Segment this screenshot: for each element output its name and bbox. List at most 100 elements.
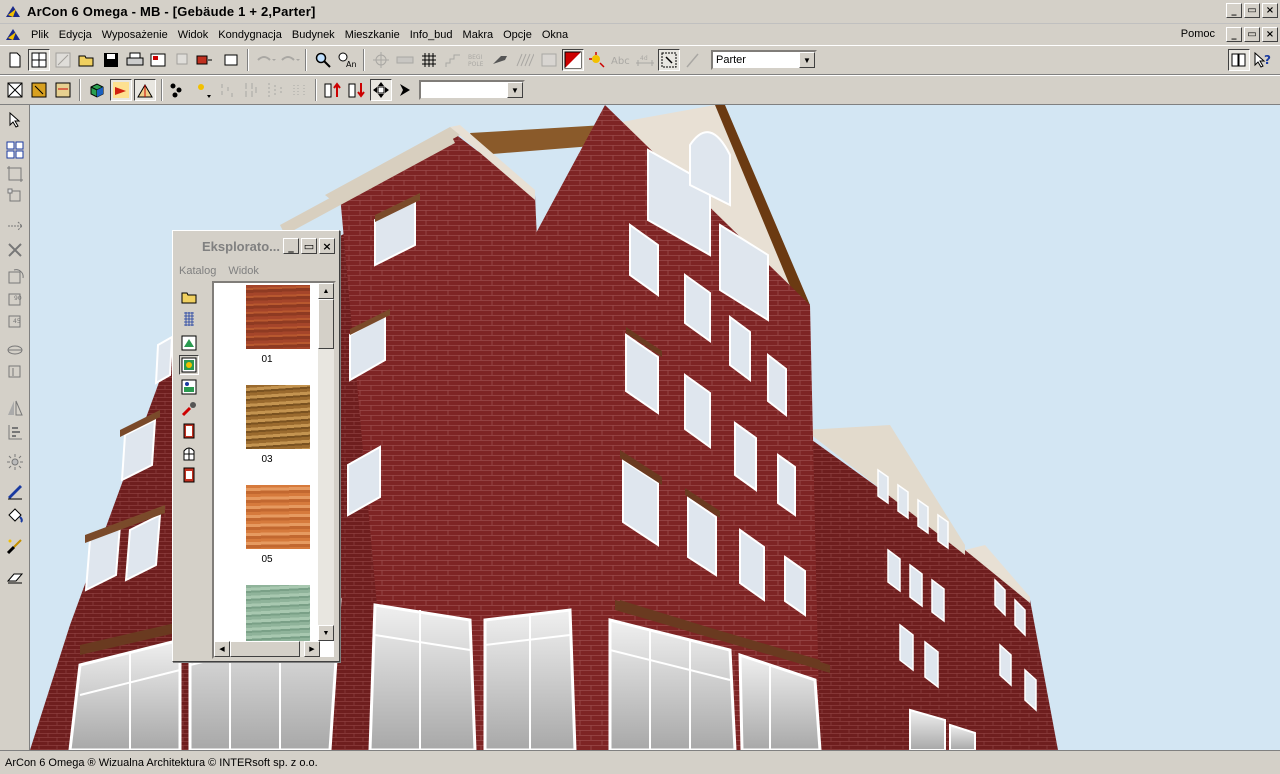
fill-tool[interactable] (4, 505, 26, 527)
save-button[interactable] (100, 49, 122, 71)
texture-list-vscroll[interactable]: ▲ ▼ (318, 283, 334, 641)
context-help-button[interactable]: ? (1252, 49, 1274, 71)
wall-button[interactable] (394, 49, 416, 71)
light-button[interactable] (586, 49, 608, 71)
select-area-button[interactable] (658, 49, 680, 71)
menu-plik[interactable]: Plik (26, 29, 54, 41)
catalog-objects-button[interactable] (179, 333, 199, 353)
eraser-tool[interactable] (4, 567, 26, 589)
close-button[interactable]: × (1262, 3, 1278, 18)
move-tool[interactable] (4, 215, 26, 237)
group-tool[interactable] (4, 139, 26, 161)
rotate-tool[interactable] (4, 267, 26, 289)
new-file-button[interactable] (4, 49, 26, 71)
elevator-down-button[interactable] (346, 79, 368, 101)
floor-select[interactable]: Parter ▼ (711, 50, 817, 70)
rotate-free-tool[interactable]: 45 (4, 311, 26, 333)
frame-tool[interactable] (4, 163, 26, 185)
folder-up-button[interactable] (179, 287, 199, 307)
camera-step-3-button[interactable] (264, 79, 286, 101)
mirror-tool[interactable] (4, 397, 26, 419)
navigate-button[interactable] (370, 79, 392, 101)
scroll-up-icon[interactable]: ▲ (318, 283, 334, 299)
doc-close-button[interactable]: × (1262, 27, 1278, 42)
light-shadow-button[interactable] (134, 79, 156, 101)
doc-minimize-button[interactable]: _ (1226, 27, 1242, 42)
plan-view-button[interactable] (28, 49, 50, 71)
print-button[interactable] (124, 49, 146, 71)
texture-button[interactable] (538, 49, 560, 71)
texture-list-hscroll[interactable]: ◀ ▶ (214, 641, 320, 657)
sun-position-button[interactable] (192, 79, 214, 101)
print-preview-button[interactable] (148, 49, 170, 71)
menu-edycja[interactable]: Edycja (54, 29, 97, 41)
texture-tile-07[interactable] (246, 585, 310, 641)
explorer-close-button[interactable]: × (319, 238, 335, 254)
scroll-right-icon[interactable]: ▶ (304, 641, 320, 657)
list-view-button[interactable] (179, 309, 199, 329)
open-button[interactable] (76, 49, 98, 71)
catalog-paint-button[interactable] (179, 399, 199, 419)
explorer-panel[interactable]: Eksplorato... _ ▭ × Katalog Widok 01 03 … (172, 230, 340, 662)
doc-restore-button[interactable]: ▭ (1244, 27, 1260, 42)
orbit-tool[interactable] (4, 339, 26, 361)
explorer-menu-widok[interactable]: Widok (228, 265, 259, 277)
undo-button[interactable] (254, 49, 276, 71)
measure-button[interactable]: 4d (634, 49, 656, 71)
explorer-maximize-button[interactable]: ▭ (301, 238, 317, 254)
texture-tile-01[interactable] (246, 285, 310, 349)
catalog-textures-button[interactable] (179, 355, 199, 375)
pen-button[interactable] (682, 49, 704, 71)
resize-tool[interactable] (4, 185, 26, 207)
select-tool[interactable] (4, 109, 26, 131)
sun-tool[interactable] (4, 451, 26, 473)
hatch-button[interactable] (514, 49, 536, 71)
grid-button[interactable] (418, 49, 440, 71)
texture-tile-05[interactable] (246, 485, 310, 549)
rotate-90-tool[interactable]: 90 (4, 289, 26, 311)
copy-button[interactable] (172, 49, 194, 71)
catalog-windows-button[interactable] (179, 443, 199, 463)
snap-button[interactable] (370, 49, 392, 71)
dimension-button[interactable]: BEGI POLE (466, 49, 488, 71)
menu-kondygnacja[interactable]: Kondygnacja (213, 29, 287, 41)
camera-step-4-button[interactable] (288, 79, 310, 101)
zoom-text-button[interactable]: An (336, 49, 358, 71)
scroll-left-icon[interactable]: ◀ (214, 641, 230, 657)
menu-okna[interactable]: Okna (537, 29, 573, 41)
design-mode-button[interactable] (52, 49, 74, 71)
paint-button[interactable] (490, 49, 512, 71)
render-cube-button[interactable] (86, 79, 108, 101)
object-tool-button[interactable] (196, 49, 218, 71)
explorer-minimize-button[interactable]: _ (283, 238, 299, 254)
zoom-button[interactable] (312, 49, 334, 71)
draw-line-tool[interactable] (4, 481, 26, 503)
camera-select[interactable]: ▼ (419, 80, 525, 100)
align-tool[interactable] (4, 421, 26, 443)
menu-mieszkanie[interactable]: Mieszkanie (340, 29, 405, 41)
wireframe-button[interactable] (4, 79, 26, 101)
scroll-down-icon[interactable]: ▼ (318, 625, 334, 641)
camera-select-arrow-icon[interactable]: ▼ (507, 82, 523, 98)
catalog-doors-button[interactable] (179, 421, 199, 441)
window-tool-button[interactable] (220, 49, 242, 71)
catalog-plants-button[interactable] (179, 377, 199, 397)
shaded-button[interactable] (52, 79, 74, 101)
hidden-line-button[interactable] (28, 79, 50, 101)
catalog-frames-button[interactable] (179, 465, 199, 485)
elevator-up-button[interactable] (322, 79, 344, 101)
stairs-button[interactable] (442, 49, 464, 71)
camera-step-2-button[interactable] (240, 79, 262, 101)
menu-wyposazenie[interactable]: Wyposażenie (97, 29, 173, 41)
height-tool[interactable] (4, 361, 26, 383)
catalog-button[interactable] (1228, 49, 1250, 71)
minimize-button[interactable]: _ (1226, 3, 1242, 18)
text-button[interactable]: Abc (610, 49, 632, 71)
menu-info-bud[interactable]: Info_bud (405, 29, 458, 41)
play-path-button[interactable] (394, 79, 416, 101)
delete-tool[interactable] (4, 239, 26, 261)
floor-select-arrow-icon[interactable]: ▼ (799, 52, 815, 68)
document-logo-icon[interactable] (4, 26, 22, 44)
menu-opcje[interactable]: Opcje (498, 29, 537, 41)
texture-list[interactable]: 01 03 05 ▲ ▼ ◀ ▶ (212, 281, 336, 659)
